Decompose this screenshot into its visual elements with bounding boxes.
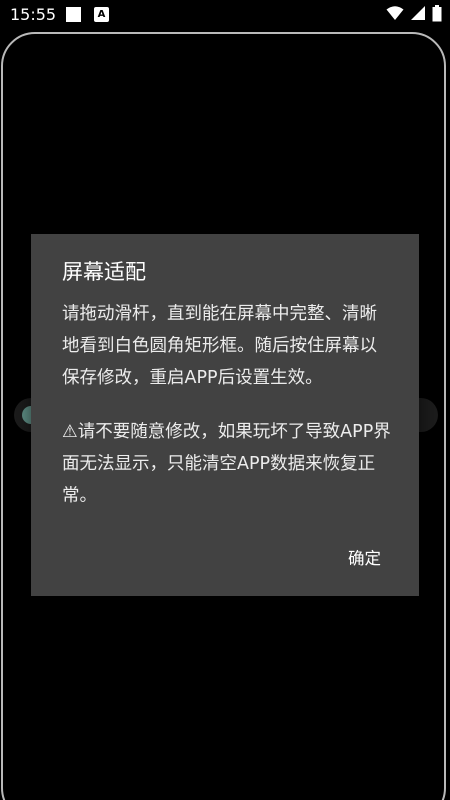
status-icons [386,4,442,26]
screen-adapt-dialog: 屏幕适配 请拖动滑杆，直到能在屏幕中完整、清晰地看到白色圆角矩形框。随后按住屏幕… [31,234,419,596]
battery-icon [432,4,442,26]
status-time: 15:55 [10,5,57,24]
dialog-message: 请拖动滑杆，直到能在屏幕中完整、清晰地看到白色圆角矩形框。随后按住屏幕以保存修改… [62,304,377,388]
dialog-body: 请拖动滑杆，直到能在屏幕中完整、清晰地看到白色圆角矩形框。随后按住屏幕以保存修改… [62,298,392,512]
wifi-icon [386,5,404,25]
confirm-button[interactable]: 确定 [346,546,383,572]
dialog-warning: ⚠请不要随意修改，如果玩坏了导致APP界面无法显示，只能清空APP数据来恢复正常… [62,422,391,506]
signal-icon [410,5,426,25]
status-bar: 15:55 A [0,0,450,30]
notification-square-icon [66,7,81,22]
screen: 15:55 A 屏幕适配 请拖动滑杆，直到能在屏幕中完整、清晰地看到白色圆角矩形… [0,0,450,800]
notification-a-icon: A [94,7,109,22]
dialog-title: 屏幕适配 [62,260,146,284]
